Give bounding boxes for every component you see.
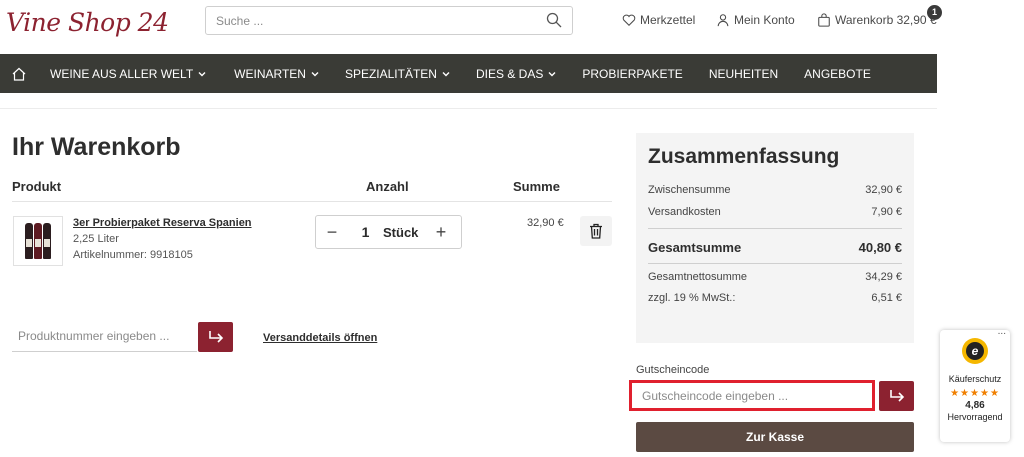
summary-shipping-row: Versandkosten 7,90 € <box>648 206 902 218</box>
shopping-bag-icon <box>818 13 830 27</box>
nav-item-label: NEUHEITEN <box>708 66 779 81</box>
cart-count-badge: 1 <box>927 5 942 20</box>
widget-menu-icon[interactable]: ... <box>998 326 1006 337</box>
wine-bottle-icon <box>34 223 42 259</box>
increase-quantity-button[interactable]: + <box>425 222 457 243</box>
product-article-number: Artikelnummer: 9918105 <box>73 249 193 261</box>
nav-item-label: WEINARTEN <box>234 66 306 81</box>
order-summary: Zusammenfassung Zwischensumme 32,90 € Ve… <box>636 133 914 343</box>
trust-seal-icon: e <box>962 338 988 364</box>
nav-item-spezialitaeten[interactable]: SPEZIALITÄTEN <box>345 67 450 81</box>
shipping-details-link[interactable]: Versanddetails öffnen <box>263 332 377 344</box>
summary-total-row: Gesamtsumme 40,80 € <box>648 240 902 255</box>
shipping-label: Versandkosten <box>648 206 721 218</box>
arrow-return-icon <box>208 331 223 343</box>
heart-icon <box>622 14 636 26</box>
summary-vat-row: zzgl. 19 % MwSt.: 6,51 € <box>648 292 902 304</box>
arrow-return-icon <box>889 390 904 402</box>
add-product-number-button[interactable] <box>198 322 233 352</box>
net-total-value: 34,29 € <box>865 271 902 283</box>
column-header-product: Produkt <box>12 179 62 194</box>
checkout-button[interactable]: Zur Kasse <box>636 422 914 452</box>
subtotal-value: 32,90 € <box>865 184 902 196</box>
summary-net-row: Gesamtnettosumme 34,29 € <box>648 271 902 283</box>
subtotal-label: Zwischensumme <box>648 184 731 196</box>
account-link[interactable]: Mein Konto <box>716 13 795 27</box>
search-icon[interactable] <box>546 12 562 28</box>
home-icon[interactable] <box>4 54 34 93</box>
nav-item-dies-und-das[interactable]: DIES & DAS <box>476 67 556 81</box>
main-nav: WEINE AUS ALLER WELT WEINARTEN SPEZIALIT… <box>0 54 937 93</box>
summary-subtotal-row: Zwischensumme 32,90 € <box>648 184 902 196</box>
remove-item-button[interactable] <box>580 216 612 246</box>
nav-item-label: SPEZIALITÄTEN <box>344 66 437 81</box>
apply-voucher-button[interactable] <box>879 381 914 411</box>
product-name-link[interactable]: 3er Probierpaket Reserva Spanien <box>73 217 252 229</box>
page-title: Ihr Warenkorb <box>12 133 181 161</box>
shipping-value: 7,90 € <box>871 206 902 218</box>
column-header-sum: Summe <box>513 179 560 194</box>
wine-bottle-icon <box>25 223 33 259</box>
table-divider <box>12 201 612 202</box>
buyer-protection-label: Käuferschutz <box>948 374 1002 384</box>
wishlist-link[interactable]: Merkzettel <box>622 13 695 27</box>
nav-item-angebote[interactable]: ANGEBOTE <box>804 67 871 81</box>
trash-icon <box>590 223 602 239</box>
seal-letter: e <box>966 342 984 360</box>
nav-item-label: ANGEBOTE <box>804 66 871 81</box>
column-header-quantity: Anzahl <box>366 179 409 194</box>
summary-title: Zusammenfassung <box>648 145 840 168</box>
decrease-quantity-button[interactable]: − <box>316 222 348 243</box>
chevron-down-icon <box>548 71 556 76</box>
nav-item-label: PROBIERPAKETE <box>582 66 683 81</box>
quantity-value[interactable]: 1 <box>348 224 383 240</box>
voucher-field[interactable] <box>629 380 875 411</box>
chevron-down-icon <box>311 71 319 76</box>
header-divider <box>0 108 937 109</box>
product-image[interactable] <box>13 216 63 266</box>
quantity-unit: Stück <box>383 224 419 240</box>
wine-bottle-icon <box>43 223 51 259</box>
nav-item-neuheiten[interactable]: NEUHEITEN <box>709 67 778 81</box>
nav-item-weine-aus-aller-welt[interactable]: WEINE AUS ALLER WELT <box>50 67 206 81</box>
summary-divider <box>648 263 902 264</box>
chevron-down-icon <box>198 71 206 76</box>
nav-item-probierpakete[interactable]: PROBIERPAKETE <box>582 67 682 81</box>
nav-item-label: WEINE AUS ALLER WELT <box>50 66 194 81</box>
chevron-down-icon <box>442 71 450 76</box>
voucher-label: Gutscheincode <box>636 364 710 376</box>
product-volume: 2,25 Liter <box>73 233 119 245</box>
nav-item-weinarten[interactable]: WEINARTEN <box>234 67 319 81</box>
product-number-input[interactable] <box>12 322 192 350</box>
vat-value: 6,51 € <box>871 292 902 304</box>
net-total-label: Gesamtnettosumme <box>648 271 748 283</box>
voucher-input[interactable] <box>632 383 868 408</box>
line-item-total: 32,90 € <box>527 217 564 229</box>
account-label: Mein Konto <box>734 13 795 27</box>
rating-stars: ★★★★★ <box>950 388 1000 399</box>
rating-text: Hervorragend <box>947 412 1003 422</box>
product-number-field[interactable] <box>12 322 197 352</box>
wishlist-label: Merkzettel <box>640 13 696 27</box>
cart-label: Warenkorb 32,90 € <box>835 13 937 27</box>
total-label: Gesamtsumme <box>648 240 742 255</box>
summary-divider <box>648 228 902 229</box>
trusted-shops-widget[interactable]: ... e Käuferschutz ★★★★★ 4,86 Hervorrage… <box>940 326 1010 442</box>
vat-label: zzgl. 19 % MwSt.: <box>648 292 736 304</box>
cart-link[interactable]: Warenkorb 32,90 € <box>817 13 937 27</box>
search-box[interactable] <box>205 6 573 35</box>
quantity-stepper: − 1 Stück + <box>315 215 462 249</box>
rating-score: 4,86 <box>965 400 985 411</box>
nav-item-label: DIES & DAS <box>475 66 544 81</box>
user-icon <box>717 14 729 27</box>
search-input[interactable] <box>216 7 536 34</box>
total-value: 40,80 € <box>858 240 902 255</box>
shop-logo[interactable]: Vine Shop 24 <box>6 8 169 37</box>
